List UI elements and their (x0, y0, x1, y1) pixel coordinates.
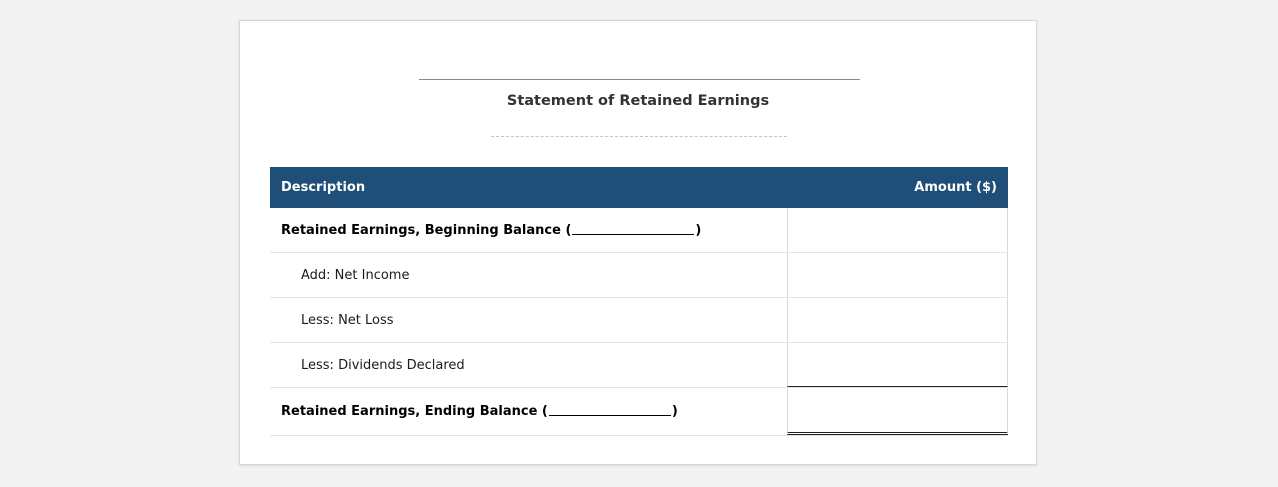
net-loss-amount[interactable] (787, 298, 1008, 342)
beginning-date-blank[interactable] (572, 226, 695, 235)
net-income-row: Add: Net Income (270, 253, 1008, 298)
net-income-amount[interactable] (787, 253, 1008, 297)
net-loss-row: Less: Net Loss (270, 298, 1008, 343)
dividends-amount[interactable] (787, 343, 1008, 387)
table-header: Description Amount ($) (270, 167, 1008, 208)
description-column-header: Description (281, 180, 366, 195)
ending-balance-amount[interactable] (787, 388, 1008, 435)
statement-title: Statement of Retained Earnings (506, 93, 770, 109)
beginning-balance-prefix: Retained Earnings, Beginning Balance ( (281, 222, 572, 238)
statement-table: Description Amount ($) Retained Earnings… (270, 167, 1008, 436)
dividends-row: Less: Dividends Declared (270, 343, 1008, 388)
dividends-label: Less: Dividends Declared (301, 357, 465, 373)
net-loss-label: Less: Net Loss (301, 312, 394, 328)
beginning-balance-suffix: ) (695, 222, 702, 238)
ending-balance-suffix: ) (671, 404, 678, 419)
ending-balance-prefix: Retained Earnings, Ending Balance ( (281, 404, 548, 419)
beginning-balance-label: Retained Earnings, Beginning Balance () (270, 208, 787, 252)
statement-sheet: Statement of Retained Earnings Descripti… (239, 20, 1037, 465)
period-date-line (491, 136, 787, 137)
ending-date-blank[interactable] (548, 407, 671, 416)
ending-balance-row: Retained Earnings, Ending Balance () (270, 388, 1008, 436)
amount-column-header: Amount ($) (914, 180, 997, 195)
company-name-line (419, 79, 860, 80)
net-income-label: Add: Net Income (301, 267, 410, 283)
beginning-balance-row: Retained Earnings, Beginning Balance () (270, 208, 1008, 253)
ending-balance-label: Retained Earnings, Ending Balance () (270, 388, 787, 435)
beginning-balance-amount[interactable] (787, 208, 1008, 252)
